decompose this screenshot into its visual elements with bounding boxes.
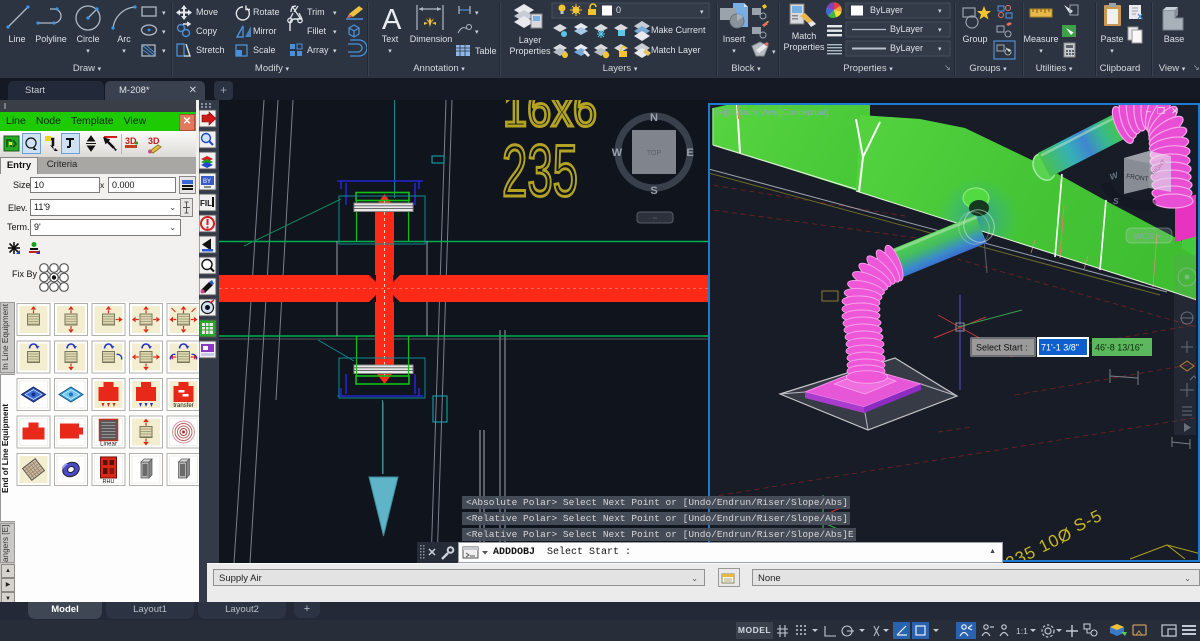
svg-text:TOP: TOP bbox=[647, 150, 662, 157]
svg-text:71'-1 3/8": 71'-1 3/8" bbox=[1041, 343, 1079, 353]
svg-text:235: 235 bbox=[502, 131, 578, 212]
svg-text:3D: 3D bbox=[125, 136, 137, 146]
svg-text:N: N bbox=[650, 112, 658, 124]
svg-text:S: S bbox=[650, 185, 657, 197]
svg-text:A: A bbox=[382, 4, 402, 36]
svg-text:Linear: Linear bbox=[100, 442, 117, 448]
svg-text:▫▫: ▫▫ bbox=[653, 216, 657, 222]
svg-text:BY: BY bbox=[203, 179, 211, 185]
svg-text:W: W bbox=[612, 147, 623, 159]
svg-text:RHU: RHU bbox=[103, 479, 115, 485]
svg-text:S: S bbox=[1113, 196, 1119, 206]
svg-text:transfer: transfer bbox=[173, 403, 193, 409]
svg-text:46'-8 13/16": 46'-8 13/16" bbox=[1095, 343, 1143, 353]
svg-text:W: W bbox=[1108, 169, 1120, 181]
svg-text:FIL: FIL bbox=[200, 199, 212, 208]
svg-text:▾: ▾ bbox=[1158, 234, 1161, 240]
svg-text:3D: 3D bbox=[148, 136, 160, 146]
svg-text:WCS: WCS bbox=[1134, 231, 1154, 241]
svg-text:Select Start :: Select Start : bbox=[976, 343, 1028, 353]
svg-text:1:1: 1:1 bbox=[1016, 626, 1028, 636]
svg-text:E: E bbox=[686, 147, 693, 159]
